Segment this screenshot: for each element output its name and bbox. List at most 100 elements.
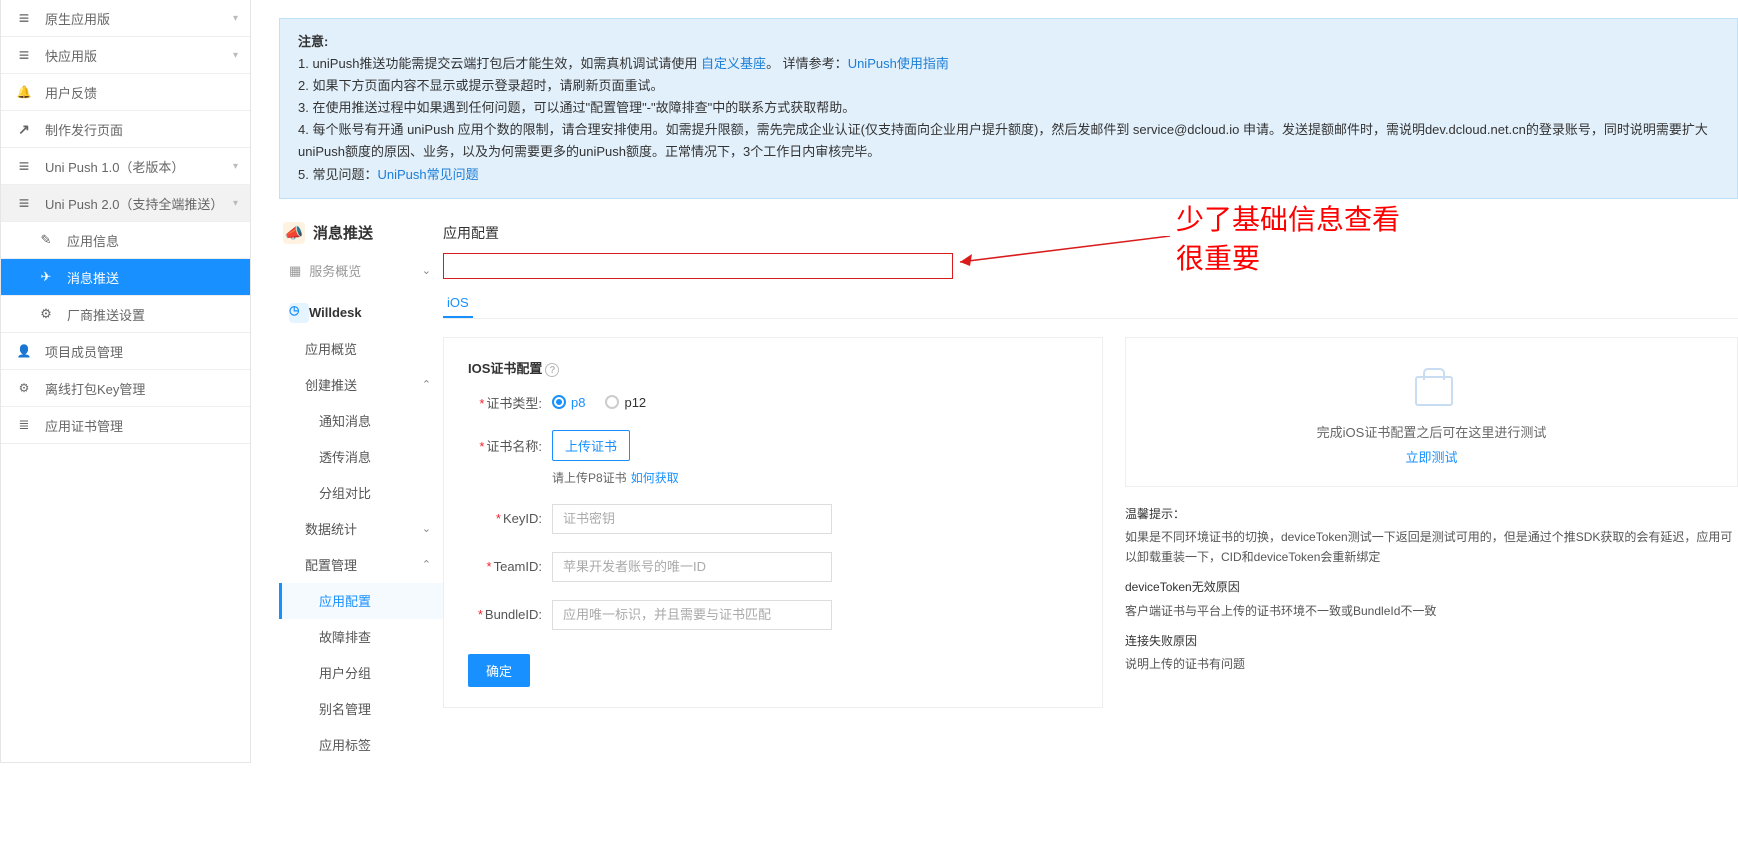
main-area: 注意: 1. uniPush推送功能需提交云端打包后才能生效，如需真机调试请使用… [251,0,1738,763]
radio-dot-icon [552,395,566,409]
list-icon [15,417,33,433]
mid-app-config[interactable]: 应用配置 [279,583,443,619]
mid-fault-check[interactable]: 故障排查 [279,619,443,655]
right-column: 完成iOS证书配置之后可在这里进行测试 立即测试 温馨提示： 如果是不同环境证书… [1125,337,1738,708]
radio-dot-icon [605,395,619,409]
label: 消息推送 [67,268,119,287]
notice-line2: 2. 如果下方页面内容不显示或提示登录超时，请刷新页面重试。 [298,75,1719,97]
sidebar-vendor-push[interactable]: 厂商推送设置 [1,296,250,333]
row-keyid: *KeyID: [468,504,1078,534]
row-cert-name: *证书名称: 上传证书 [468,430,1078,461]
tips-box: 温馨提示： 如果是不同环境证书的切换，deviceToken测试一下返回是测试可… [1125,505,1738,676]
submit-button[interactable]: 确定 [468,654,530,687]
how-to-get-link[interactable]: 如何获取 [631,471,679,485]
tips-p3-header: 连接失败原因 [1125,632,1738,652]
sidebar-feedback[interactable]: 用户反馈 [1,74,250,111]
sidebar-members[interactable]: 项目成员管理 [1,333,250,370]
mid-create-push[interactable]: 创建推送⌃ [279,367,443,403]
mid-passthrough[interactable]: 透传消息 [279,439,443,475]
burger-icon [15,45,33,66]
mid-data-stats[interactable]: 数据统计⌄ [279,511,443,547]
gear-icon [37,306,55,322]
burger-icon [15,156,33,177]
chevron-down-icon: ⌄ [422,522,431,535]
teamid-label: *TeamID: [468,559,542,574]
row-bundleid: *BundleID: [468,600,1078,630]
burger-icon [15,8,33,29]
label: 厂商推送设置 [67,305,145,324]
mid-title: 📣消息推送 [279,213,443,253]
radio-p12[interactable]: p12 [605,395,646,410]
notice-line3: 3. 在使用推送过程中如果遇到任何问题，可以通过"配置管理"-"故障排查"中的联… [298,97,1719,119]
label: 快应用版 [45,46,97,65]
sidebar-message-push[interactable]: 消息推送 [1,259,250,296]
chevron-down-icon: ⌄ [422,264,431,277]
bundleid-label: *BundleID: [468,607,542,622]
test-box: 完成iOS证书配置之后可在这里进行测试 立即测试 [1125,337,1738,487]
teamid-input[interactable] [552,552,832,582]
link-unipush-faq[interactable]: UniPush常见问题 [377,167,478,182]
card-title: IOS证书配置? [468,358,1078,377]
chevron-down-icon: ▾ [233,198,238,209]
keyid-input[interactable] [552,504,832,534]
sidebar-quick-app[interactable]: 快应用版 ▾ [1,37,250,74]
link-unipush-guide[interactable]: UniPush使用指南 [848,56,949,71]
upload-hint: 请上传P8证书如何获取 [552,469,1078,486]
sidebar-cert-manage[interactable]: 应用证书管理 [1,407,250,444]
cert-name-label: *证书名称: [468,436,542,455]
mid-app-overview[interactable]: 应用概览 [279,331,443,367]
mid-notify-msg[interactable]: 通知消息 [279,403,443,439]
mid-group-compare[interactable]: 分组对比 [279,475,443,511]
help-icon[interactable]: ? [545,363,559,377]
ios-cert-card: IOS证书配置? *证书类型: p8 p12 *证书名称: 上传证书 请上传P8… [443,337,1103,708]
keyid-label: *KeyID: [468,511,542,526]
bundleid-input[interactable] [552,600,832,630]
sidebar-app-info[interactable]: 应用信息 [1,222,250,259]
notice-box: 注意: 1. uniPush推送功能需提交云端打包后才能生效，如需真机调试请使用… [279,18,1738,199]
chevron-down-icon: ▾ [233,50,238,61]
tips-p2-header: deviceToken无效原因 [1125,578,1738,598]
chevron-up-icon: ⌃ [422,378,431,391]
sidebar-publish[interactable]: 制作发行页面 [1,111,250,148]
test-now-link[interactable]: 立即测试 [1146,447,1717,466]
user-icon [15,344,33,358]
send-icon [37,269,55,285]
mid-willdesk[interactable]: ◷Willdesk [279,295,443,331]
label: 应用证书管理 [45,416,123,435]
notice-line4: 4. 每个账号有开通 uniPush 应用个数的限制，请合理安排使用。如需提升限… [298,119,1719,163]
sidebar-unipush1[interactable]: Uni Push 1.0（老版本） ▾ [1,148,250,185]
tabs: iOS [443,289,1738,319]
notice-title: 注意: [298,31,1719,53]
link-custom-base[interactable]: 自定义基座 [701,56,766,71]
sidebar-offline-key[interactable]: 离线打包Key管理 [1,370,250,407]
chevron-down-icon: ▾ [233,161,238,172]
upload-cert-button[interactable]: 上传证书 [552,430,630,461]
gear-icon [15,381,33,395]
mid-app-tag[interactable]: 应用标签 [279,727,443,763]
tab-ios[interactable]: iOS [443,289,473,318]
sidebar-native-app[interactable]: 原生应用版 ▾ [1,0,250,37]
annotation-text: 少了基础信息查看 很重要 [1176,200,1400,278]
row-cert-type: *证书类型: p8 p12 [468,393,1078,412]
edit-icon [37,232,55,248]
tips-p2: 客户端证书与平台上传的证书环境不一致或BundleId不一致 [1125,602,1738,622]
chevron-up-icon: ⌃ [422,558,431,571]
radio-p8[interactable]: p8 [552,395,585,410]
test-box-msg: 完成iOS证书配置之后可在这里进行测试 [1146,422,1717,441]
label: Uni Push 1.0（老版本） [45,157,184,176]
label: 项目成员管理 [45,342,123,361]
sidebar-unipush2[interactable]: Uni Push 2.0（支持全端推送）▾ [1,185,250,222]
mid-sidebar: 📣消息推送 ▦服务概览⌄ ◷Willdesk 应用概览 创建推送⌃ 通知消息 透… [279,213,443,763]
tips-title: 温馨提示： [1125,505,1738,525]
mid-user-group[interactable]: 用户分组 [279,655,443,691]
willdesk-icon: ◷ [289,303,309,323]
label: 应用信息 [67,231,119,250]
mid-service-overview[interactable]: ▦服务概览⌄ [279,253,443,289]
notice-line5: 5. 常见问题：UniPush常见问题 [298,164,1719,186]
chevron-down-icon: ▾ [233,13,238,24]
mid-config-manage[interactable]: 配置管理⌃ [279,547,443,583]
label: 原生应用版 [45,9,110,28]
basket-icon [1409,368,1455,406]
mid-alias-manage[interactable]: 别名管理 [279,691,443,727]
notice-line1: 1. uniPush推送功能需提交云端打包后才能生效，如需真机调试请使用 自定义… [298,53,1719,75]
